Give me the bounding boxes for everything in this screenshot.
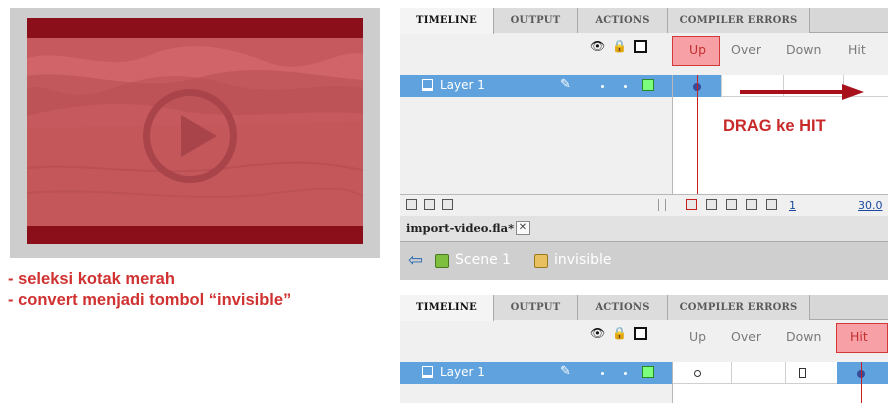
new-folder-icon[interactable] — [424, 199, 435, 210]
lock-icon[interactable]: 🔒 — [612, 38, 627, 54]
video-letterbox-bottom — [27, 226, 363, 244]
panel-tabs-bottom: TIMELINE OUTPUT ACTIONS COMPILER ERRORS — [400, 295, 888, 321]
document-tab-bar: import-video.fla* ✕ — [400, 216, 888, 242]
frame-end-marker — [799, 368, 806, 378]
eye-icon[interactable]: 👁 — [590, 325, 605, 341]
close-icon[interactable]: ✕ — [516, 221, 530, 235]
stage-area — [10, 8, 380, 258]
timeline-status-bar: 1 30.0 — [400, 194, 888, 216]
splitter-grip[interactable] — [658, 199, 666, 211]
breadcrumb-symbol[interactable]: invisible — [554, 252, 612, 268]
layer-icon — [422, 366, 433, 378]
layer-name: Layer 1 — [440, 78, 485, 92]
timeline-panel-top: TIMELINE OUTPUT ACTIONS COMPILER ERRORS … — [400, 8, 888, 280]
scene-icon — [435, 254, 449, 268]
drag-arrow-icon — [740, 84, 864, 100]
tab-actions[interactable]: ACTIONS — [578, 8, 668, 33]
frame-label-over: Over — [731, 42, 762, 57]
layer-row-layer-1-bottom[interactable]: Layer 1 ✎ — [400, 362, 672, 384]
edit-multiple-frames-icon[interactable] — [746, 199, 757, 210]
tab-timeline-bottom[interactable]: TIMELINE — [400, 295, 494, 321]
new-layer-icon[interactable] — [406, 199, 417, 210]
back-arrow-icon[interactable]: ⇦ — [408, 250, 423, 271]
document-tab[interactable]: import-video.fla* — [406, 221, 514, 235]
video-letterbox-top — [27, 18, 363, 38]
frame-label-down-bottom: Down — [786, 329, 822, 344]
eye-icon[interactable]: 👁 — [590, 38, 605, 54]
frame-label-over-bottom: Over — [731, 329, 762, 344]
timeline-panel-bottom: TIMELINE OUTPUT ACTIONS COMPILER ERRORS … — [400, 295, 888, 403]
lock-dot[interactable] — [624, 85, 627, 88]
modify-markers-icon[interactable] — [766, 199, 777, 210]
visibility-dot[interactable] — [601, 85, 604, 88]
frame-label-up-bottom: Up — [689, 329, 707, 344]
frame-label-hit-bottom: Hit — [850, 329, 868, 344]
onion-skin-icon[interactable] — [706, 199, 717, 210]
play-icon — [143, 89, 237, 183]
trash-icon[interactable] — [442, 199, 453, 210]
lock-icon[interactable]: 🔒 — [612, 325, 627, 341]
outline-square-icon[interactable] — [634, 40, 647, 53]
tab-output[interactable]: OUTPUT — [494, 8, 578, 33]
empty-keyframe-dot[interactable] — [694, 370, 701, 377]
button-symbol-icon — [534, 254, 548, 268]
frames-area-bottom[interactable] — [672, 362, 888, 403]
lock-dot[interactable] — [624, 372, 627, 375]
current-frame-number[interactable]: 1 — [789, 199, 796, 212]
onion-skin-outlines-icon[interactable] — [726, 199, 737, 210]
video-thumbnail-selected[interactable] — [27, 18, 363, 244]
breadcrumb: ⇦ Scene 1 invisible — [400, 242, 888, 280]
outline-color-swatch[interactable] — [642, 366, 654, 378]
tab-actions-bottom[interactable]: ACTIONS — [578, 295, 668, 320]
frame-label-down: Down — [786, 42, 822, 57]
pencil-icon: ✎ — [560, 364, 571, 379]
layer-name-bottom: Layer 1 — [440, 365, 485, 379]
breadcrumb-scene[interactable]: Scene 1 — [455, 252, 511, 268]
center-frame-icon[interactable] — [686, 199, 697, 210]
note-convert-invisible-button: - convert menjadi tombol “invisible” — [8, 291, 292, 309]
tab-timeline[interactable]: TIMELINE — [400, 8, 494, 34]
fps-value[interactable]: 30.0 — [858, 199, 883, 212]
note-select-red-box: - seleksi kotak merah — [8, 270, 175, 288]
outline-color-swatch[interactable] — [642, 79, 654, 91]
layer-row-layer-1[interactable]: Layer 1 ✎ — [400, 75, 672, 97]
pencil-icon: ✎ — [560, 77, 571, 92]
visibility-dot[interactable] — [601, 372, 604, 375]
tab-output-bottom[interactable]: OUTPUT — [494, 295, 578, 320]
outline-square-icon[interactable] — [634, 327, 647, 340]
drag-to-hit-label: DRAG ke HIT — [723, 117, 826, 135]
playhead-line-bottom[interactable] — [861, 362, 862, 403]
playhead-line[interactable] — [697, 75, 698, 194]
tab-compiler-errors-bottom[interactable]: COMPILER ERRORS — [668, 295, 810, 320]
panel-tabs: TIMELINE OUTPUT ACTIONS COMPILER ERRORS — [400, 8, 888, 34]
frame-label-hit: Hit — [848, 42, 866, 57]
frame-label-up: Up — [689, 42, 707, 57]
tab-compiler-errors[interactable]: COMPILER ERRORS — [668, 8, 810, 33]
layer-icon — [422, 79, 433, 91]
